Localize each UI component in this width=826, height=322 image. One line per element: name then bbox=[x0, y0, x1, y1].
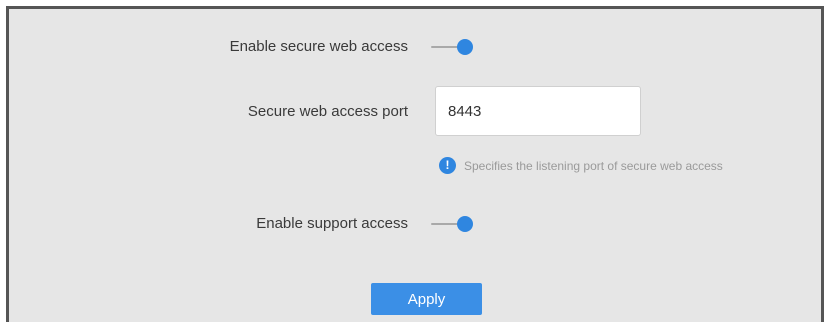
port-label: Secure web access port bbox=[247, 103, 408, 120]
port-hint-text: Specifies the listening port of secure w… bbox=[464, 158, 723, 173]
port-input[interactable] bbox=[435, 86, 641, 136]
support-access-toggle[interactable] bbox=[431, 214, 475, 234]
apply-button[interactable]: Apply bbox=[371, 283, 482, 315]
settings-panel: Enable secure web access Secure web acce… bbox=[6, 6, 824, 322]
info-icon: ! bbox=[439, 157, 456, 174]
port-hint: ! Specifies the listening port of secure… bbox=[439, 157, 723, 174]
toggle-knob bbox=[457, 216, 473, 232]
secure-web-access-label: Enable secure web access bbox=[229, 38, 408, 55]
secure-web-access-toggle[interactable] bbox=[431, 37, 475, 57]
support-access-label: Enable support access bbox=[256, 215, 408, 232]
toggle-knob bbox=[457, 39, 473, 55]
